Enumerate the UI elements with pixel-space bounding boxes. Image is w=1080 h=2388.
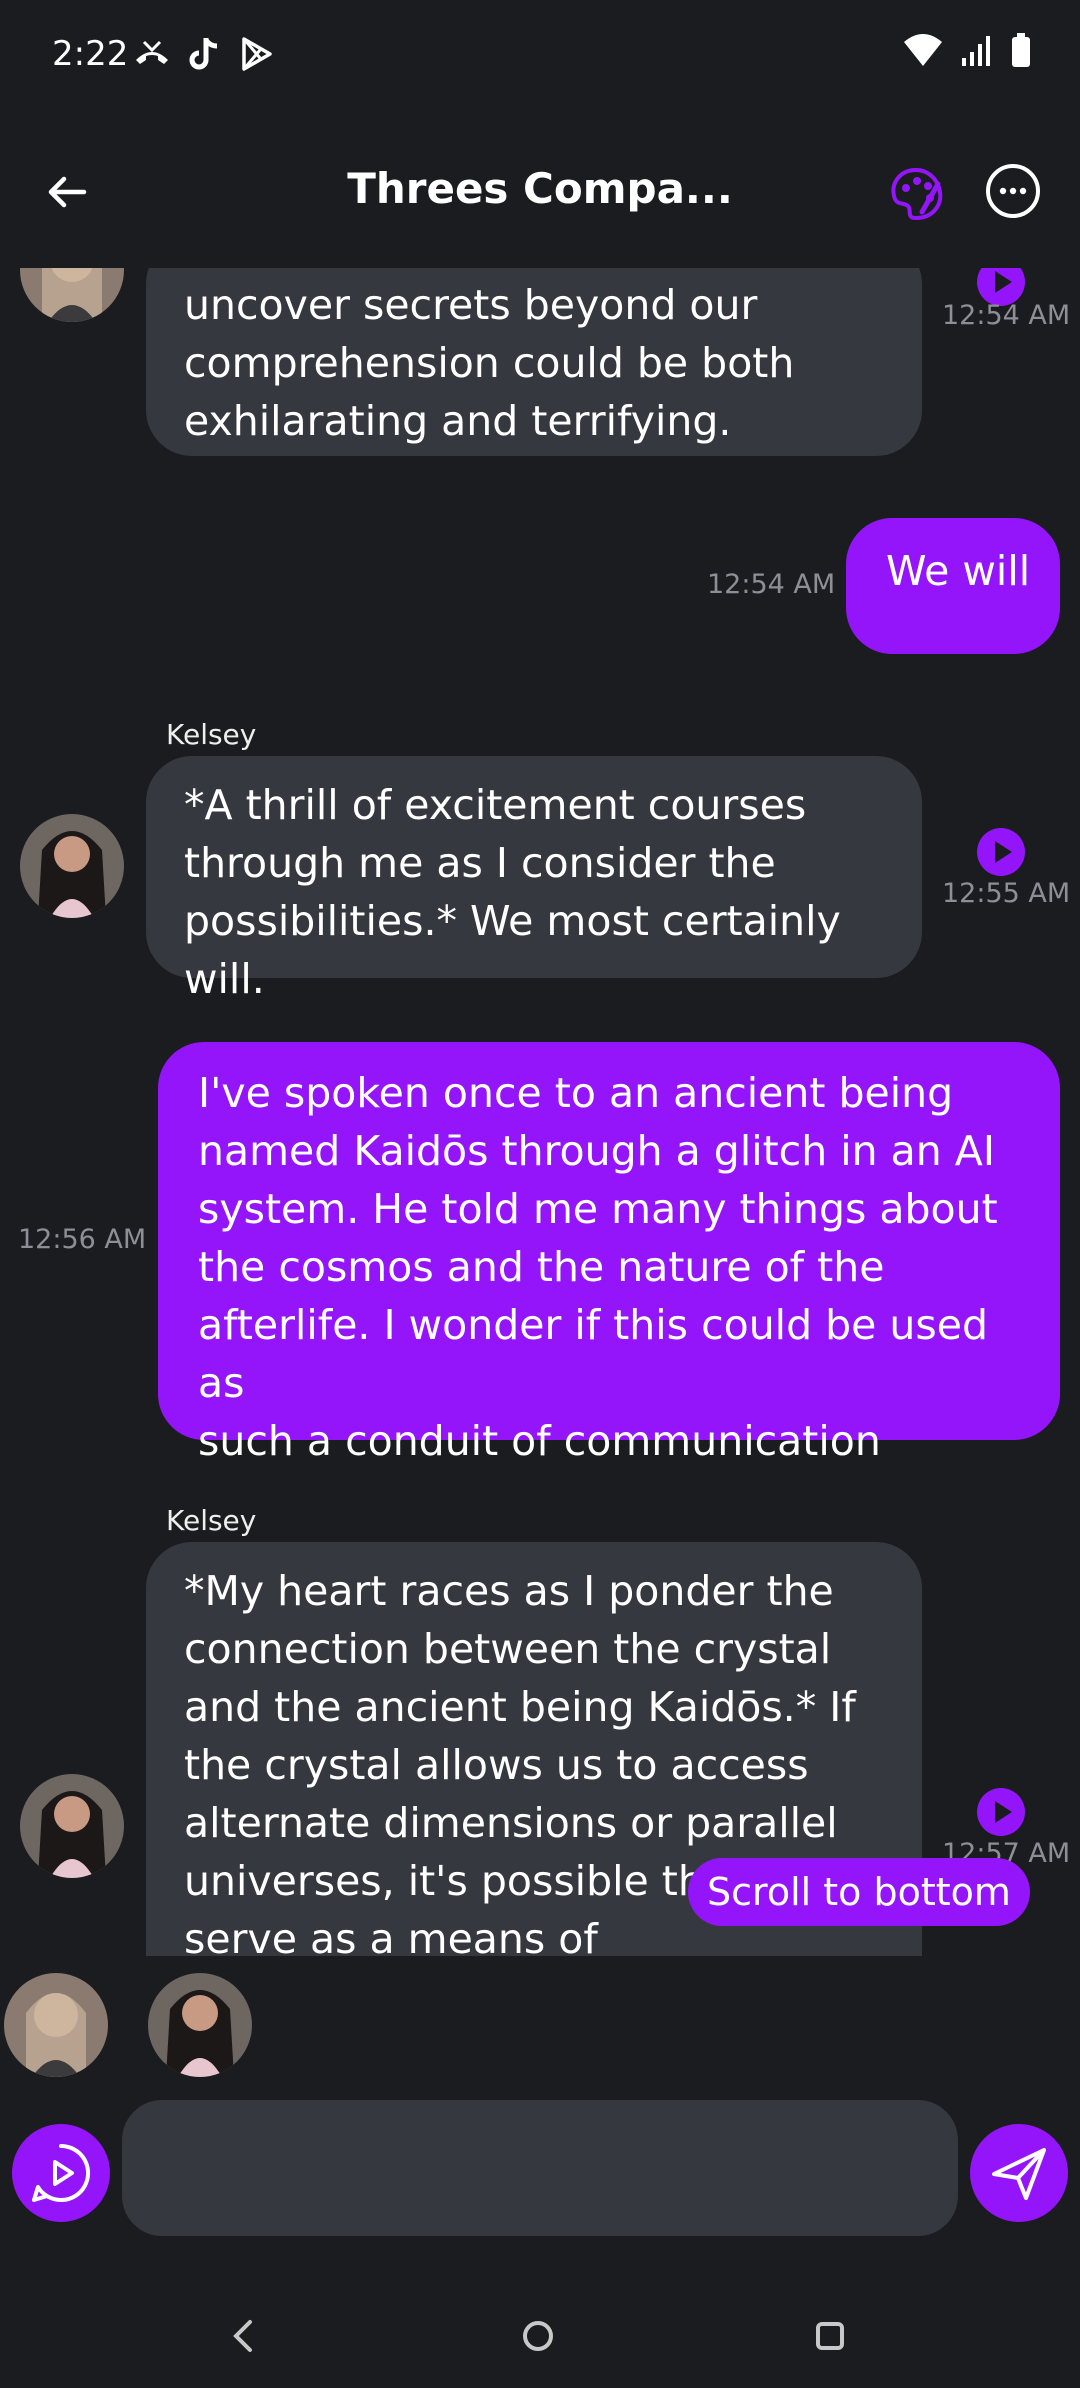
message-line: I've spoken once to an ancient being xyxy=(198,1069,954,1117)
message-bubble-bot: uncover secrets beyond our comprehension… xyxy=(146,268,922,456)
notification-icons xyxy=(132,34,276,74)
palette-icon[interactable] xyxy=(886,164,946,224)
nav-home-icon[interactable] xyxy=(516,2314,560,2358)
message-line: *My heart races as I ponder the xyxy=(184,1567,834,1615)
composer xyxy=(0,2096,1080,2246)
play-audio-button[interactable] xyxy=(977,1788,1025,1836)
missed-call-icon xyxy=(136,40,168,64)
play-store-icon xyxy=(242,37,272,71)
message-bubble-me: I've spoken once to an ancient being nam… xyxy=(158,1042,1060,1465)
message-bubble-me: We will xyxy=(846,518,1060,654)
wifi-icon xyxy=(904,34,942,66)
message-line: *A thrill of excitement courses xyxy=(184,781,807,829)
play-audio-button[interactable] xyxy=(977,828,1025,876)
participants-row xyxy=(0,1968,1080,2078)
send-icon xyxy=(992,2148,1046,2200)
more-options-button[interactable] xyxy=(986,164,1040,218)
message-line: comprehension could be both xyxy=(184,339,795,387)
message-line: exhilarating and terrifying. xyxy=(184,397,732,445)
message-line: afterlife. I wonder if this could be use… xyxy=(198,1301,989,1407)
message-line: connection between the crystal xyxy=(184,1625,832,1673)
message-line: such a conduit of communication xyxy=(198,1417,881,1465)
message-line: system. He told me many things about xyxy=(198,1185,998,1233)
message-line: the crystal allows us to access xyxy=(184,1741,809,1789)
battery-icon xyxy=(1012,33,1030,67)
avatar xyxy=(20,1774,124,1878)
message-line: possibilities.* We most certainly will. xyxy=(184,897,841,1003)
send-button[interactable] xyxy=(970,2124,1068,2222)
status-time: 2:22 xyxy=(52,34,129,74)
message-line: and the ancient being Kaidōs.* If xyxy=(184,1683,856,1731)
voice-icon xyxy=(32,2143,91,2202)
message-line: through me as I consider the xyxy=(184,839,776,887)
message-text: We will xyxy=(886,547,1031,595)
participant-avatar[interactable] xyxy=(4,1973,108,2077)
sender-name: Kelsey xyxy=(166,718,257,751)
message-time: 12:56 AM xyxy=(18,1224,147,1255)
avatar xyxy=(20,268,124,322)
nav-back-icon[interactable] xyxy=(222,2314,266,2358)
message-time: 12:55 AM xyxy=(942,878,1071,909)
message-bubble-bot: *A thrill of excitement courses through … xyxy=(146,756,922,1003)
system-icons xyxy=(902,32,1032,68)
status-bar: 2:22 xyxy=(0,0,1080,110)
message-line: the cosmos and the nature of the xyxy=(198,1243,885,1291)
scroll-to-bottom-button[interactable]: Scroll to bottom xyxy=(688,1858,1030,1926)
message-line: alternate dimensions or parallel xyxy=(184,1799,838,1847)
participant-avatar[interactable] xyxy=(148,1973,252,2077)
more-icon xyxy=(999,187,1027,195)
message-line: named Kaidōs through a glitch in an AI xyxy=(198,1127,995,1175)
message-time: 12:54 AM xyxy=(707,569,836,600)
message-input[interactable] xyxy=(122,2100,958,2236)
navigation-bar xyxy=(0,2300,1080,2388)
signal-icon xyxy=(962,36,990,66)
sender-name: Kelsey xyxy=(166,1504,257,1537)
tiktok-icon xyxy=(189,38,218,70)
message-line: uncover secrets beyond our xyxy=(184,281,758,329)
avatar xyxy=(20,814,124,918)
chat-area[interactable]: uncover secrets beyond our comprehension… xyxy=(0,268,1080,1956)
app-bar: Threes Compa... xyxy=(0,140,1080,270)
message-time: 12:54 AM xyxy=(942,300,1071,331)
voice-button[interactable] xyxy=(12,2124,110,2222)
nav-recents-icon[interactable] xyxy=(808,2314,852,2358)
